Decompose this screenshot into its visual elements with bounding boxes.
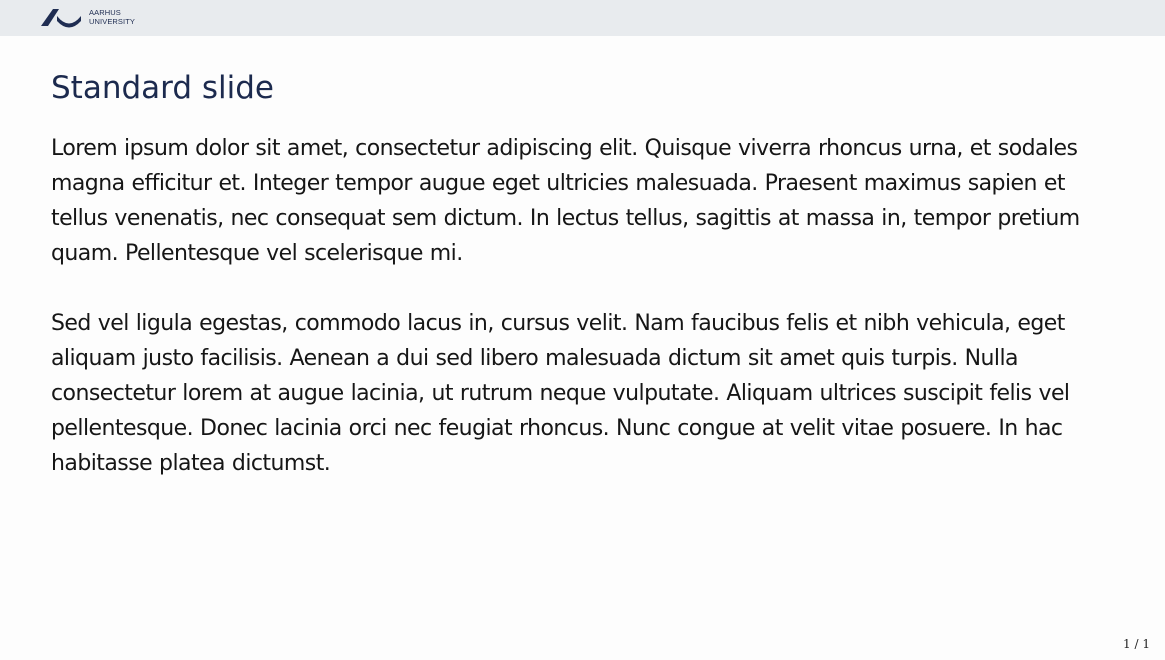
aarhus-university-seal-icon <box>41 9 81 28</box>
body-paragraph-1: Lorem ipsum dolor sit amet, consectetur … <box>51 136 1080 266</box>
university-logo: AARHUS UNIVERSITY <box>39 5 135 29</box>
page-number: 1 / 1 <box>1123 637 1150 651</box>
header-bar: AARHUS UNIVERSITY <box>0 0 1165 36</box>
slide-body: Lorem ipsum dolor sit amet, consectetur … <box>51 131 1121 516</box>
logo-line-1: AARHUS <box>89 8 121 17</box>
logo-wordmark: AARHUS UNIVERSITY <box>89 8 135 26</box>
body-paragraph-2: Sed vel ligula egestas, commodo lacus in… <box>51 311 1070 476</box>
logo-line-2: UNIVERSITY <box>89 17 136 26</box>
slide-title: Standard slide <box>51 70 275 106</box>
